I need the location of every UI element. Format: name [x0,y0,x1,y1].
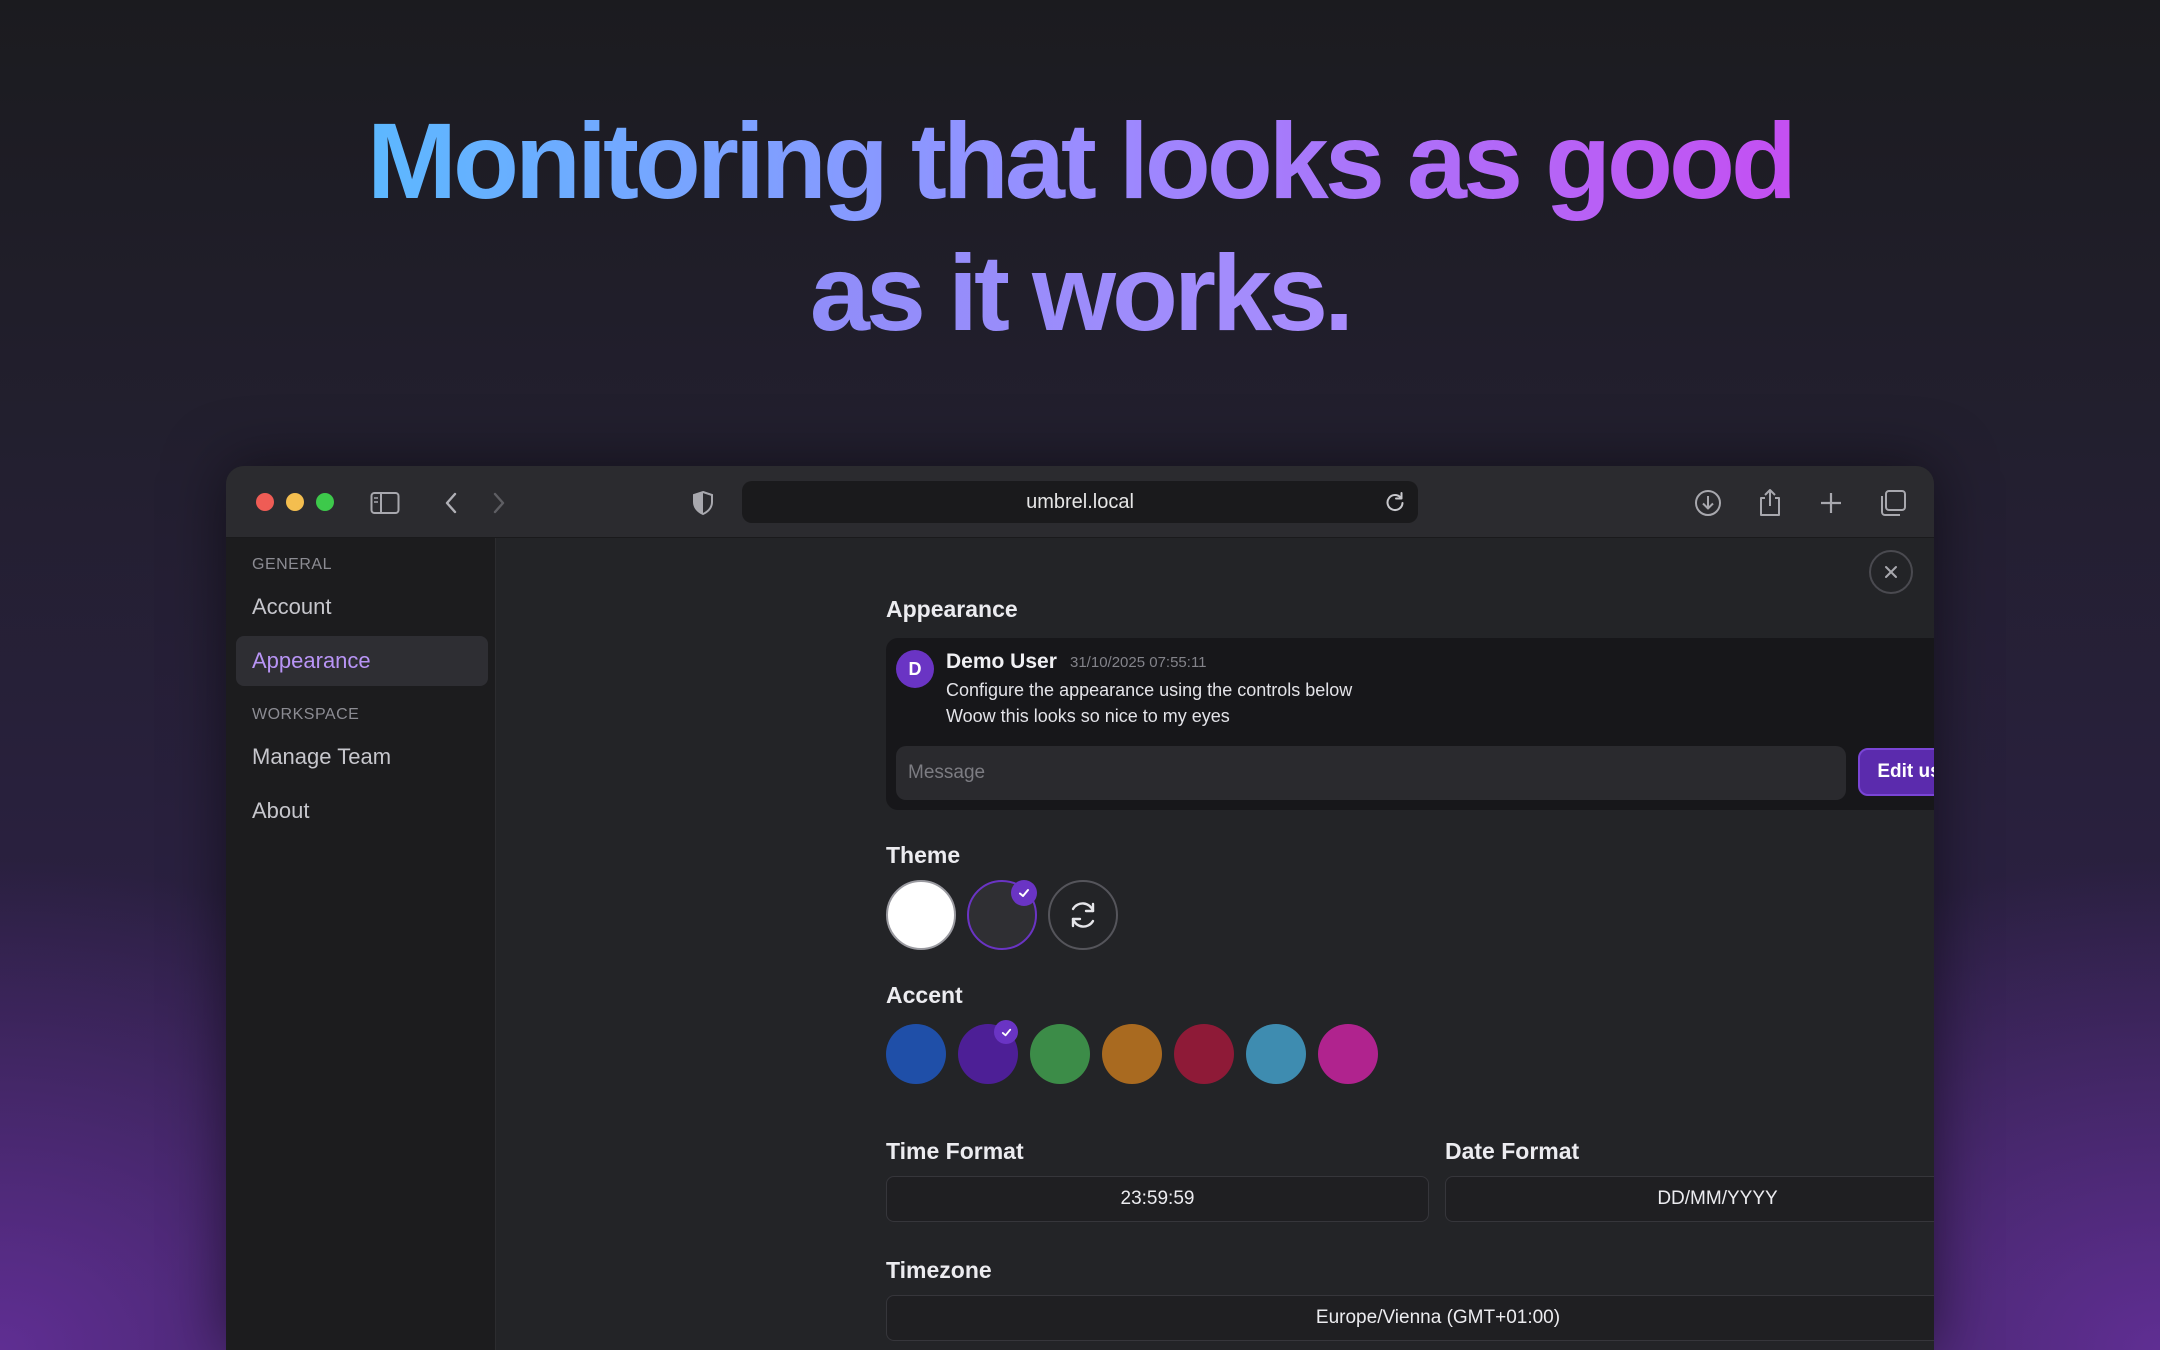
browser-toolbar: umbrel.local [226,466,1934,538]
theme-title: Theme [886,842,961,868]
section-label-workspace: WORKSPACE [252,706,360,723]
timezone-value: Europe/Vienna (GMT+01:00) [1315,1307,1561,1328]
sidebar-item-account[interactable]: Account [236,582,488,632]
avatar: D [896,650,934,688]
accent-purple-swatch[interactable] [958,1020,1018,1084]
sidebar-item-label: Manage Team [252,744,392,769]
edit-user-button[interactable]: Edit user [1858,748,1934,796]
headline-line-1: Monitoring that looks as good [367,95,1797,227]
headline: Monitoring that looks as good as it work… [0,95,2160,359]
time-format-value: 23:59:59 [1120,1188,1195,1209]
accent-orange-swatch[interactable] [1102,1024,1162,1084]
theme-dark-option[interactable] [967,880,1037,950]
accent-red-swatch[interactable] [1174,1024,1234,1084]
url-text: umbrel.local [1026,490,1134,513]
close-settings-button[interactable] [1869,550,1913,594]
sidebar-item-label: Account [252,594,332,619]
sidebar-item-appearance[interactable]: Appearance [236,636,488,686]
zoom-window-button[interactable] [316,493,334,511]
shield-icon[interactable] [688,488,718,518]
sync-icon [1071,902,1095,928]
timezone-select[interactable]: Europe/Vienna (GMT+01:00) [886,1295,1934,1341]
accent-pink-swatch[interactable] [1318,1024,1378,1084]
theme-system-option[interactable] [1048,880,1118,950]
theme-light-option[interactable] [886,880,956,950]
close-icon [1885,566,1897,578]
accent-title: Accent [886,982,963,1008]
plus-icon[interactable] [1816,488,1846,518]
download-icon[interactable] [1693,488,1723,518]
date-format-value: DD/MM/YYYY [1657,1188,1778,1209]
chat-user-name: Demo User [946,650,1057,673]
section-label-general: GENERAL [252,556,332,573]
close-window-button[interactable] [256,493,274,511]
reload-icon[interactable] [1382,489,1408,515]
headline-line-2: as it works. [810,227,1354,359]
sidebar-item-label: About [252,798,310,823]
chat-message-line: Woow this looks so nice to my eyes [946,706,1230,726]
forward-icon[interactable] [484,488,514,518]
chat-message-line: Configure the appearance using the contr… [946,680,1353,700]
address-bar[interactable]: umbrel.local [742,481,1418,523]
sidebar-item-manage-team[interactable]: Manage Team [236,732,488,782]
settings-sidebar: GENERAL Account Appearance WORKSPACE Man… [226,538,496,1350]
time-format-title: Time Format [886,1138,1024,1164]
accent-blue-swatch[interactable] [886,1024,946,1084]
check-icon [1011,880,1037,906]
chat-timestamp: 31/10/2025 07:55:11 [1070,654,1207,671]
accent-green-swatch[interactable] [1030,1024,1090,1084]
appearance-title: Appearance [886,596,1018,622]
tabs-icon[interactable] [1878,488,1908,518]
accent-cyan-swatch[interactable] [1246,1024,1306,1084]
back-icon[interactable] [436,488,466,518]
sidebar-item-about[interactable]: About [236,786,488,836]
date-format-select[interactable]: DD/MM/YYYY [1445,1176,1934,1222]
check-icon [994,1020,1018,1044]
sidebar-icon[interactable] [370,488,400,518]
time-format-select[interactable]: 23:59:59 [886,1176,1429,1222]
settings-content: Appearance D Demo User 31/10/2025 07:55:… [497,538,1934,1350]
browser-window: umbrel.local GENERAL Account Appearance … [226,466,1934,1350]
minimize-window-button[interactable] [286,493,304,511]
sidebar-item-label: Appearance [252,648,371,673]
chat-preview: D Demo User 31/10/2025 07:55:11 Configur… [886,638,1934,810]
timezone-title: Timezone [886,1257,992,1283]
date-format-title: Date Format [1445,1138,1580,1164]
share-icon[interactable] [1755,488,1785,518]
message-input[interactable] [896,746,1846,800]
